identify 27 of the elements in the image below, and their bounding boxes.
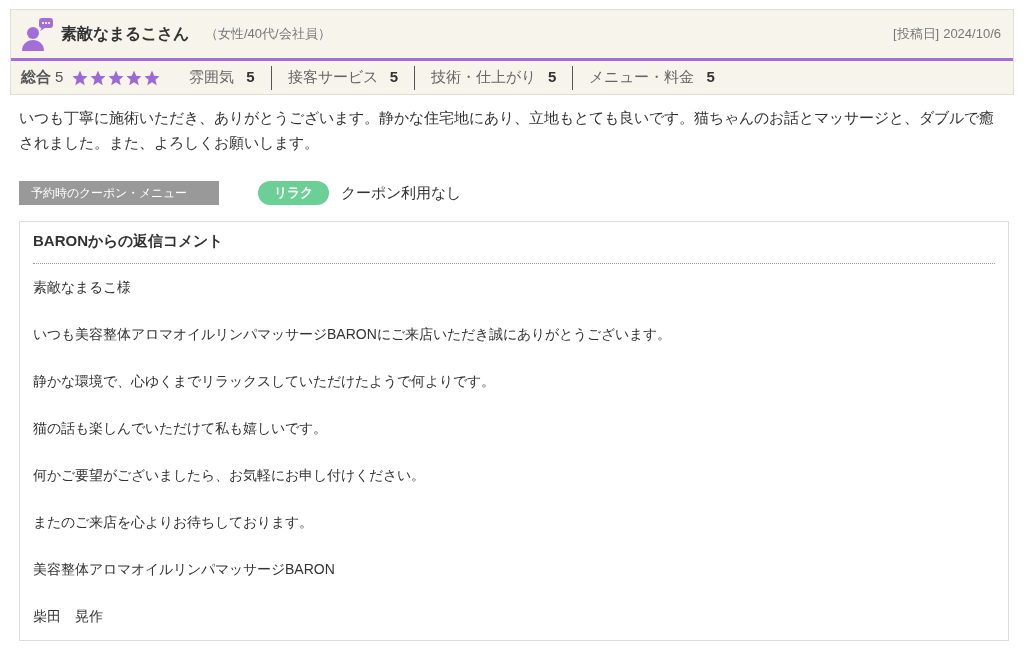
posted-label: [投稿日] [892, 25, 940, 44]
rating-score: 5 [389, 67, 399, 88]
reply-paragraph: 静かな環境で、心ゆくまでリラックスしていただけたようで何よりです。 [33, 371, 496, 391]
rating-label: 接客サービス [287, 67, 378, 88]
coupon-tag: リラク [258, 181, 329, 205]
rating-label: 雰囲気 [189, 67, 235, 88]
reply-paragraph: 美容整体アロマオイルリンパマッサージBARON [33, 559, 336, 579]
posted-date: 2024/10/6 [943, 25, 1001, 44]
reply-paragraph: いつも美容整体アロマオイルリンパマッサージBARONにご来店いただき誠にありがとうございます。 [33, 324, 672, 344]
rating-score: 5 [246, 67, 255, 88]
rating-label: 技術・仕上がり [431, 67, 537, 88]
rating-score: 5 [548, 67, 557, 88]
reply-paragraph: 何かご要望がございましたら、お気軽にお申し付けください。 [33, 465, 426, 485]
reply-paragraph: 柴田 晃作 [33, 606, 104, 626]
reply-paragraph: またのご来店を心よりお待ちしております。 [33, 512, 314, 532]
rating-score: 5 [706, 67, 715, 88]
reply-paragraph: 猫の話も楽しんでいただけて私も嬉しいです。 [33, 418, 328, 438]
overall-score: 5 [55, 67, 64, 88]
reply-title: BARONからの返信コメント [33, 230, 995, 264]
reply-paragraph: 素敵なまるこ様 [33, 277, 132, 297]
overall-label: 総合 [21, 67, 51, 88]
reviewer-profile: （女性/40代/会社員） [205, 25, 331, 44]
review-text: いつも丁寧に施術いただき、ありがとうございます。静かな住宅地にあり、立地もとても良いです。猫ちゃんのお話とマッサージと、ダブルで癒されました。また、よろしくお願いします。 [19, 108, 995, 153]
reviewer-name: 素敵なまるこさん [61, 24, 189, 45]
coupon-label: 予約時のクーポン・メニュー [19, 181, 219, 205]
coupon-value: クーポン利用なし [341, 182, 461, 203]
rating-label: メニュー・料金 [589, 67, 695, 88]
